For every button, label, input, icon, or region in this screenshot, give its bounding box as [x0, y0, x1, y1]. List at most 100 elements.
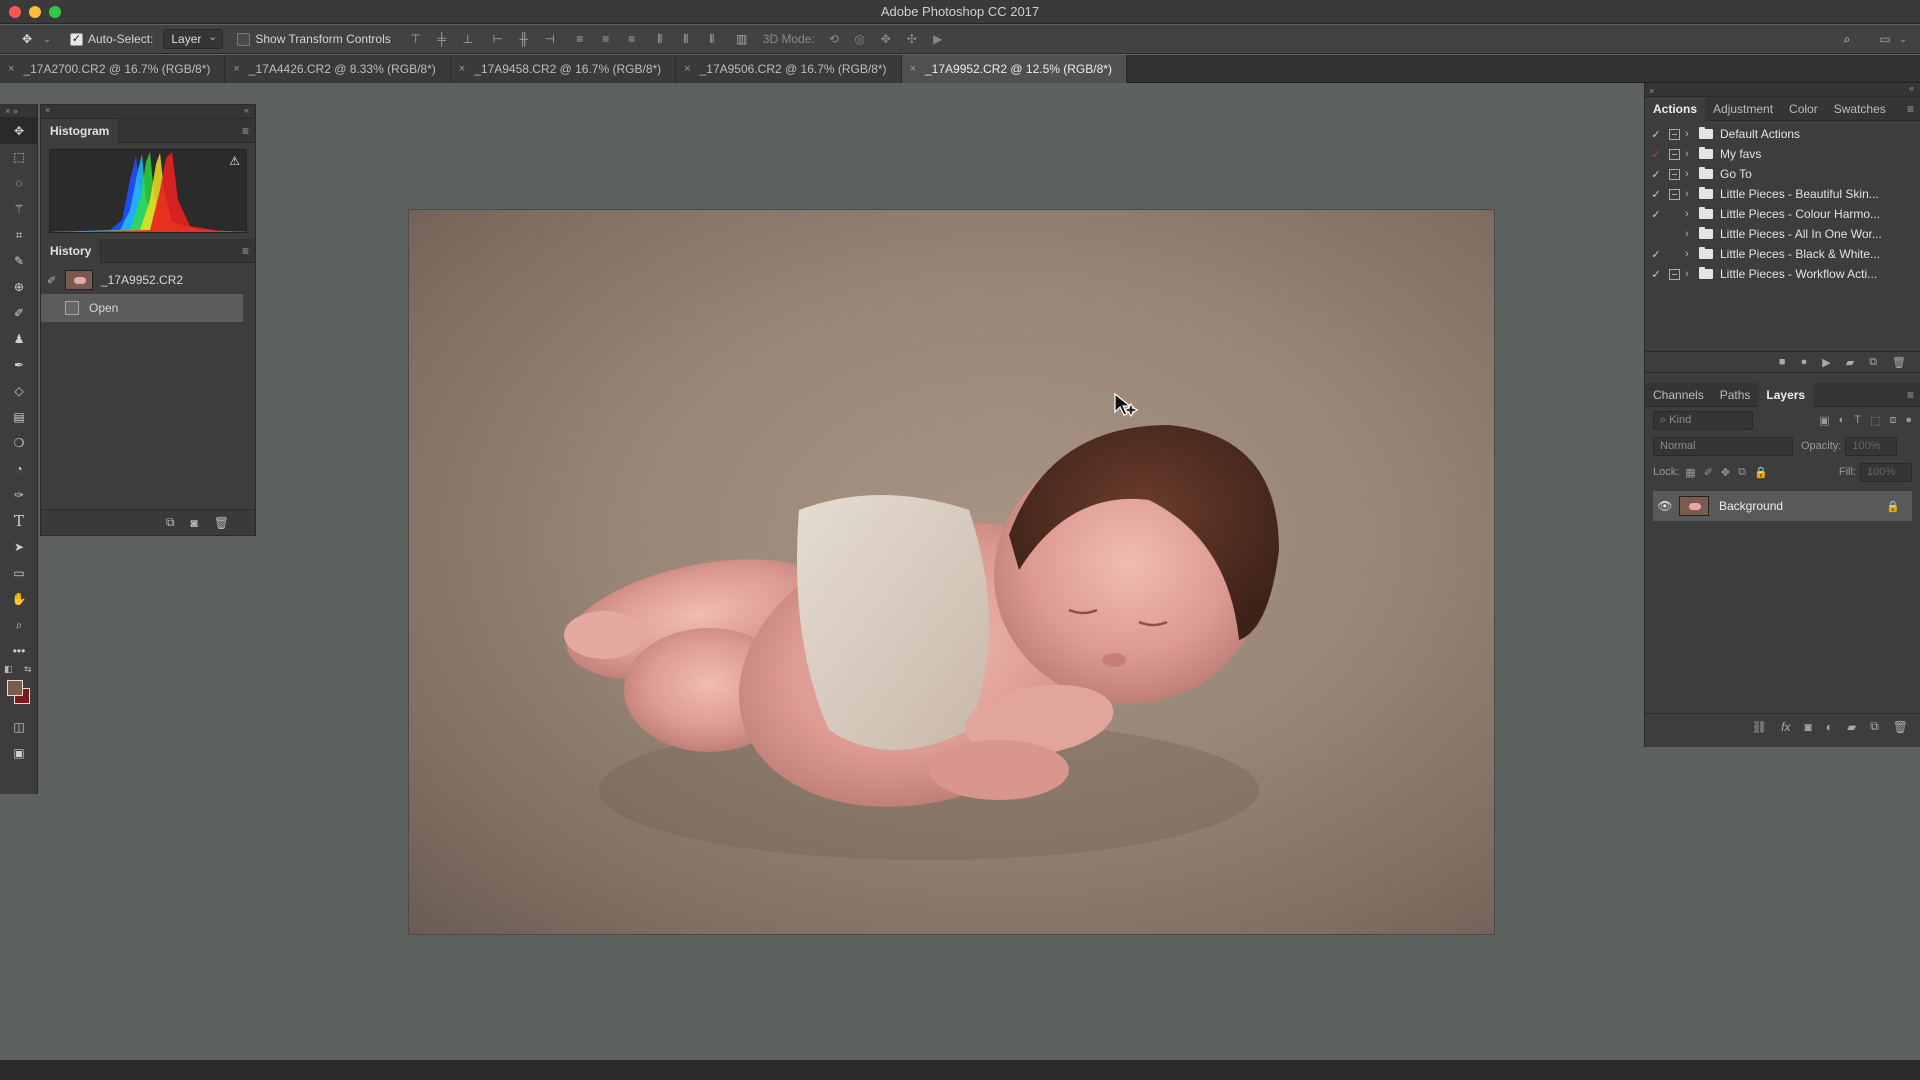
history-snapshot[interactable]: ✐ _17A9952.CR2 — [41, 266, 255, 294]
tools-panel-grip[interactable]: × » — [0, 104, 37, 118]
tab-channels[interactable]: Channels — [1645, 383, 1712, 407]
warning-icon[interactable]: ⚠ — [229, 154, 240, 168]
action-set-row[interactable]: ✓ › Go To — [1645, 164, 1920, 184]
3d-roll-icon[interactable]: ◎ — [851, 30, 869, 48]
action-set-row[interactable]: ✓ › My favs — [1645, 144, 1920, 164]
document-tab[interactable]: × _17A9506.CR2 @ 16.7% (RGB/8*) — [676, 55, 902, 83]
marquee-tool-button[interactable]: ⬚ — [0, 144, 38, 170]
layer-row-background[interactable]: 👁 Background 🔒 — [1653, 491, 1912, 521]
foreground-color-swatch[interactable] — [7, 680, 23, 696]
tool-preset-chevron-icon[interactable]: ⌄ — [38, 30, 56, 48]
align-top-icon[interactable]: ⊤ — [407, 30, 425, 48]
toggle-check-icon[interactable]: ✓ — [1645, 168, 1667, 181]
record-icon[interactable]: ● — [1801, 356, 1808, 368]
history-state[interactable]: Open — [41, 294, 243, 322]
clone-stamp-tool-button[interactable]: ♟ — [0, 326, 38, 352]
close-tab-icon[interactable]: × — [684, 63, 690, 75]
filter-toggle-icon[interactable]: ● — [1905, 414, 1912, 426]
auto-align-layers-icon[interactable]: ▥ — [733, 30, 751, 48]
document-tab[interactable]: × _17A2700.CR2 @ 16.7% (RGB/8*) — [0, 55, 226, 83]
workspace-chevron-icon[interactable]: ⌄ — [1894, 30, 1912, 48]
trash-icon[interactable]: 🗑 — [1892, 356, 1906, 369]
toggle-check-icon[interactable]: ✓ — [1645, 268, 1667, 281]
workspace-switcher-icon[interactable]: ▭ — [1876, 30, 1894, 48]
quick-mask-button[interactable]: ◫ — [0, 714, 38, 740]
action-set-row[interactable]: › Little Pieces - All In One Wor... — [1645, 224, 1920, 244]
lock-icon[interactable]: 🔒 — [1886, 500, 1900, 513]
new-set-icon[interactable]: ▰ — [1846, 356, 1854, 369]
filter-pixel-icon[interactable]: ▣ — [1819, 414, 1829, 427]
distribute-bottom-icon[interactable]: ≡ — [623, 30, 641, 48]
blur-tool-button[interactable]: ❍ — [0, 430, 38, 456]
expand-arrow-icon[interactable]: › — [1685, 228, 1699, 240]
auto-select-checkbox[interactable]: ✓ — [70, 32, 83, 46]
screen-mode-button[interactable]: ▣ — [0, 740, 38, 766]
new-action-icon[interactable]: ⧉ — [1869, 356, 1877, 369]
distribute-horizontal-center-icon[interactable]: ⫴ — [677, 30, 695, 48]
document-tab[interactable]: × _17A4426.CR2 @ 8.33% (RGB/8*) — [225, 55, 451, 83]
close-tab-icon[interactable]: × — [910, 63, 916, 75]
trash-icon[interactable]: 🗑 — [214, 516, 229, 530]
add-mask-icon[interactable]: ◙ — [1804, 720, 1811, 734]
close-tab-icon[interactable]: × — [8, 63, 14, 75]
show-transform-toggle[interactable]: ✓ Show Transform Controls — [237, 28, 391, 50]
new-layer-icon[interactable]: ⧉ — [1870, 719, 1879, 734]
pen-tool-button[interactable]: ✑ — [0, 482, 38, 508]
document-tab-active[interactable]: × _17A9952.CR2 @ 12.5% (RGB/8*) — [901, 55, 1127, 83]
new-document-from-state-icon[interactable]: ⧉ — [166, 515, 175, 530]
new-group-icon[interactable]: ▰ — [1847, 720, 1856, 734]
healing-tool-button[interactable]: ⊕ — [0, 274, 38, 300]
expand-arrow-icon[interactable]: › — [1685, 268, 1699, 280]
adjustment-layer-icon[interactable]: ◐ — [1826, 720, 1833, 734]
lock-transparent-icon[interactable]: ▦ — [1685, 466, 1695, 479]
align-bottom-icon[interactable]: ⊥ — [459, 30, 477, 48]
dodge-tool-button[interactable]: ◔ — [0, 456, 38, 482]
align-horizontal-center-icon[interactable]: ╫ — [515, 30, 533, 48]
3d-pan-icon[interactable]: ✥ — [877, 30, 895, 48]
blend-mode-dropdown[interactable]: Normal — [1653, 436, 1793, 456]
lasso-tool-button[interactable]: ◌ — [0, 170, 38, 196]
panel-menu-icon[interactable]: ≡ — [242, 244, 249, 258]
tab-adjustments[interactable]: Adjustment — [1705, 97, 1781, 121]
panel-menu-icon[interactable]: ≡ — [242, 124, 249, 138]
toggle-check-icon[interactable]: ✓ — [1645, 128, 1667, 141]
tab-swatches[interactable]: Swatches — [1826, 97, 1894, 121]
distribute-right-icon[interactable]: ⫴ — [703, 30, 721, 48]
tab-paths[interactable]: Paths — [1712, 383, 1759, 407]
brush-tool-button[interactable]: ✐ — [0, 300, 38, 326]
distribute-vertical-center-icon[interactable]: ≡ — [597, 30, 615, 48]
expand-arrow-icon[interactable]: › — [1685, 188, 1699, 200]
action-set-row[interactable]: ✓ › Little Pieces - Workflow Acti... — [1645, 264, 1920, 284]
eye-icon[interactable]: 👁 — [1653, 499, 1677, 513]
filter-smart-object-icon[interactable]: ⧈ — [1889, 414, 1896, 427]
move-tool-button[interactable]: ✥ — [0, 118, 38, 144]
align-right-icon[interactable]: ⊣ — [541, 30, 559, 48]
move-tool-icon[interactable]: ✥ — [18, 30, 36, 48]
align-left-icon[interactable]: ⊢ — [489, 30, 507, 48]
layer-style-icon[interactable]: fx — [1781, 720, 1790, 734]
dialog-toggle-icon[interactable] — [1669, 268, 1680, 280]
action-set-row[interactable]: ✓ › Little Pieces - Colour Harmo... — [1645, 204, 1920, 224]
dialog-toggle-icon[interactable] — [1669, 209, 1680, 220]
search-icon[interactable]: ⌕ — [1838, 30, 1856, 48]
panel-menu-icon[interactable]: ≡ — [1907, 102, 1914, 116]
eraser-tool-button[interactable]: ◇ — [0, 378, 38, 404]
close-tab-icon[interactable]: × — [233, 63, 239, 75]
dialog-toggle-icon[interactable] — [1669, 188, 1680, 200]
link-layers-icon[interactable]: ⛓ — [1752, 720, 1767, 734]
expand-arrow-icon[interactable]: › — [1685, 208, 1699, 220]
color-swatches[interactable]: ◧ ⇆ — [0, 664, 37, 714]
shape-tool-button[interactable]: ▭ — [0, 560, 38, 586]
layer-filter-dropdown[interactable]: ⌕ Kind — [1653, 410, 1753, 430]
close-tab-icon[interactable]: × — [459, 63, 465, 75]
dialog-toggle-icon[interactable] — [1669, 229, 1680, 240]
align-vertical-center-icon[interactable]: ╪ — [433, 30, 451, 48]
fill-field[interactable]: 100% — [1860, 462, 1912, 482]
action-set-row[interactable]: ✓ › Little Pieces - Black & White... — [1645, 244, 1920, 264]
expand-arrow-icon[interactable]: › — [1685, 148, 1699, 160]
tab-color[interactable]: Color — [1781, 97, 1826, 121]
filter-type-icon[interactable]: T — [1854, 414, 1861, 426]
gradient-tool-button[interactable]: ▤ — [0, 404, 38, 430]
magic-wand-tool-button[interactable]: ⚚ — [0, 196, 38, 222]
zoom-tool-button[interactable]: ⌕ — [0, 612, 38, 638]
